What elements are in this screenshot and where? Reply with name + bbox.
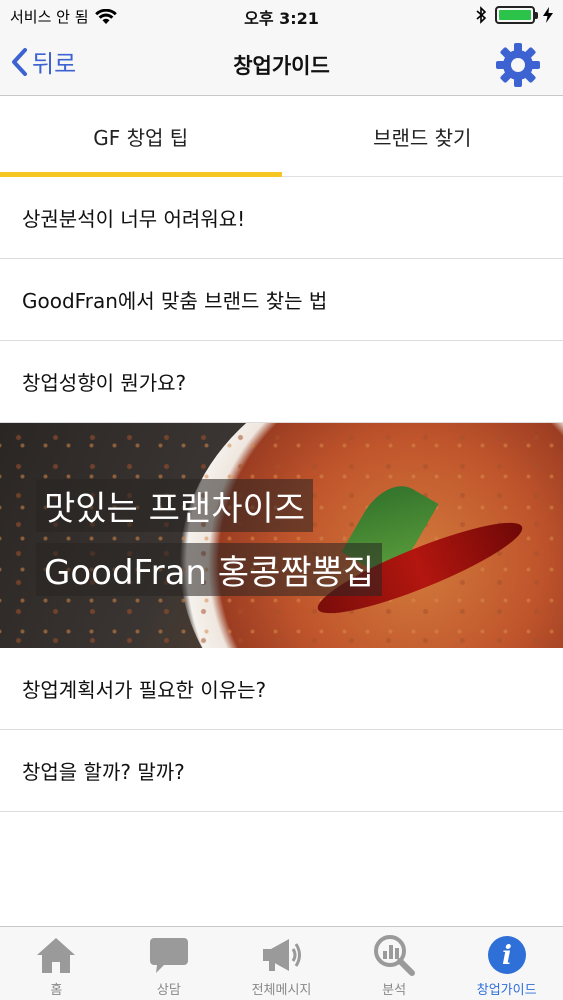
- analysis-icon: [374, 935, 416, 976]
- tab-bar-home[interactable]: 홈: [0, 927, 113, 1000]
- bottom-tab-bar: 홈 상담 전체메시지 분석 i 창업가이드: [0, 926, 563, 1000]
- info-icon: i: [487, 936, 526, 974]
- tab-gf-tips-label: GF 창업 팁: [93, 126, 189, 150]
- banner-headline: 맛있는 프랜차이즈: [36, 479, 314, 532]
- list-item[interactable]: 창업성향이 뭔가요?: [0, 341, 563, 423]
- tab-bar-chat[interactable]: 상담: [113, 927, 226, 1000]
- list-item[interactable]: 창업을 할까? 말까?: [0, 730, 563, 812]
- promo-banner[interactable]: 맛있는 프랜차이즈 GoodFran 홍콩짬뽕집: [0, 423, 563, 648]
- tab-bar-home-label: 홈: [50, 983, 63, 998]
- home-icon: [37, 938, 76, 973]
- battery-level: [499, 10, 531, 20]
- charging-icon: [543, 7, 553, 23]
- navigation-bar: 뒤로 창업가이드: [0, 32, 563, 96]
- bluetooth-icon: [476, 6, 487, 24]
- banner-subheadline: GoodFran 홍콩짬뽕집: [36, 543, 383, 596]
- list-item[interactable]: GoodFran에서 맞춤 브랜드 찾는 법: [0, 259, 563, 341]
- gear-icon: [496, 43, 540, 87]
- tab-bar-analysis[interactable]: 분석: [338, 927, 451, 1000]
- list-item-label: GoodFran에서 맞춤 브랜드 찾는 법: [22, 289, 328, 313]
- list-item[interactable]: 상권분석이 너무 어려워요!: [0, 177, 563, 259]
- tab-find-brand-label: 브랜드 찾기: [373, 126, 472, 150]
- status-bar: 서비스 안 됨 오후 3:21: [0, 0, 563, 32]
- tab-bar-analysis-label: 분석: [382, 983, 407, 998]
- tab-bar-messages[interactable]: 전체메시지: [225, 927, 338, 1000]
- tab-bar-chat-label: 상담: [156, 983, 181, 998]
- list-item-label: 창업을 할까? 말까?: [22, 760, 185, 784]
- battery-icon: [495, 6, 538, 24]
- segment-tabs: GF 창업 팁 브랜드 찾기: [0, 97, 563, 177]
- svg-text:i: i: [502, 941, 512, 971]
- tab-bar-messages-label: 전체메시지: [251, 983, 312, 998]
- tab-gf-tips[interactable]: GF 창업 팁: [0, 97, 282, 177]
- tab-bar-guide[interactable]: i 창업가이드: [450, 927, 563, 1000]
- megaphone-icon: [263, 939, 302, 971]
- list-item-label: 창업계획서가 필요한 이유는?: [22, 678, 267, 702]
- tab-bar-guide-label: 창업가이드: [476, 983, 537, 998]
- tab-find-brand[interactable]: 브랜드 찾기: [282, 97, 563, 176]
- list-item[interactable]: 창업계획서가 필요한 이유는?: [0, 648, 563, 730]
- guide-list: 상권분석이 너무 어려워요! GoodFran에서 맞춤 브랜드 찾는 법 창업…: [0, 177, 563, 812]
- list-item-label: 상권분석이 너무 어려워요!: [22, 207, 246, 231]
- list-item-label: 창업성향이 뭔가요?: [22, 371, 187, 395]
- chat-icon: [149, 938, 188, 973]
- page-title: 창업가이드: [233, 54, 330, 78]
- settings-button[interactable]: [495, 42, 541, 88]
